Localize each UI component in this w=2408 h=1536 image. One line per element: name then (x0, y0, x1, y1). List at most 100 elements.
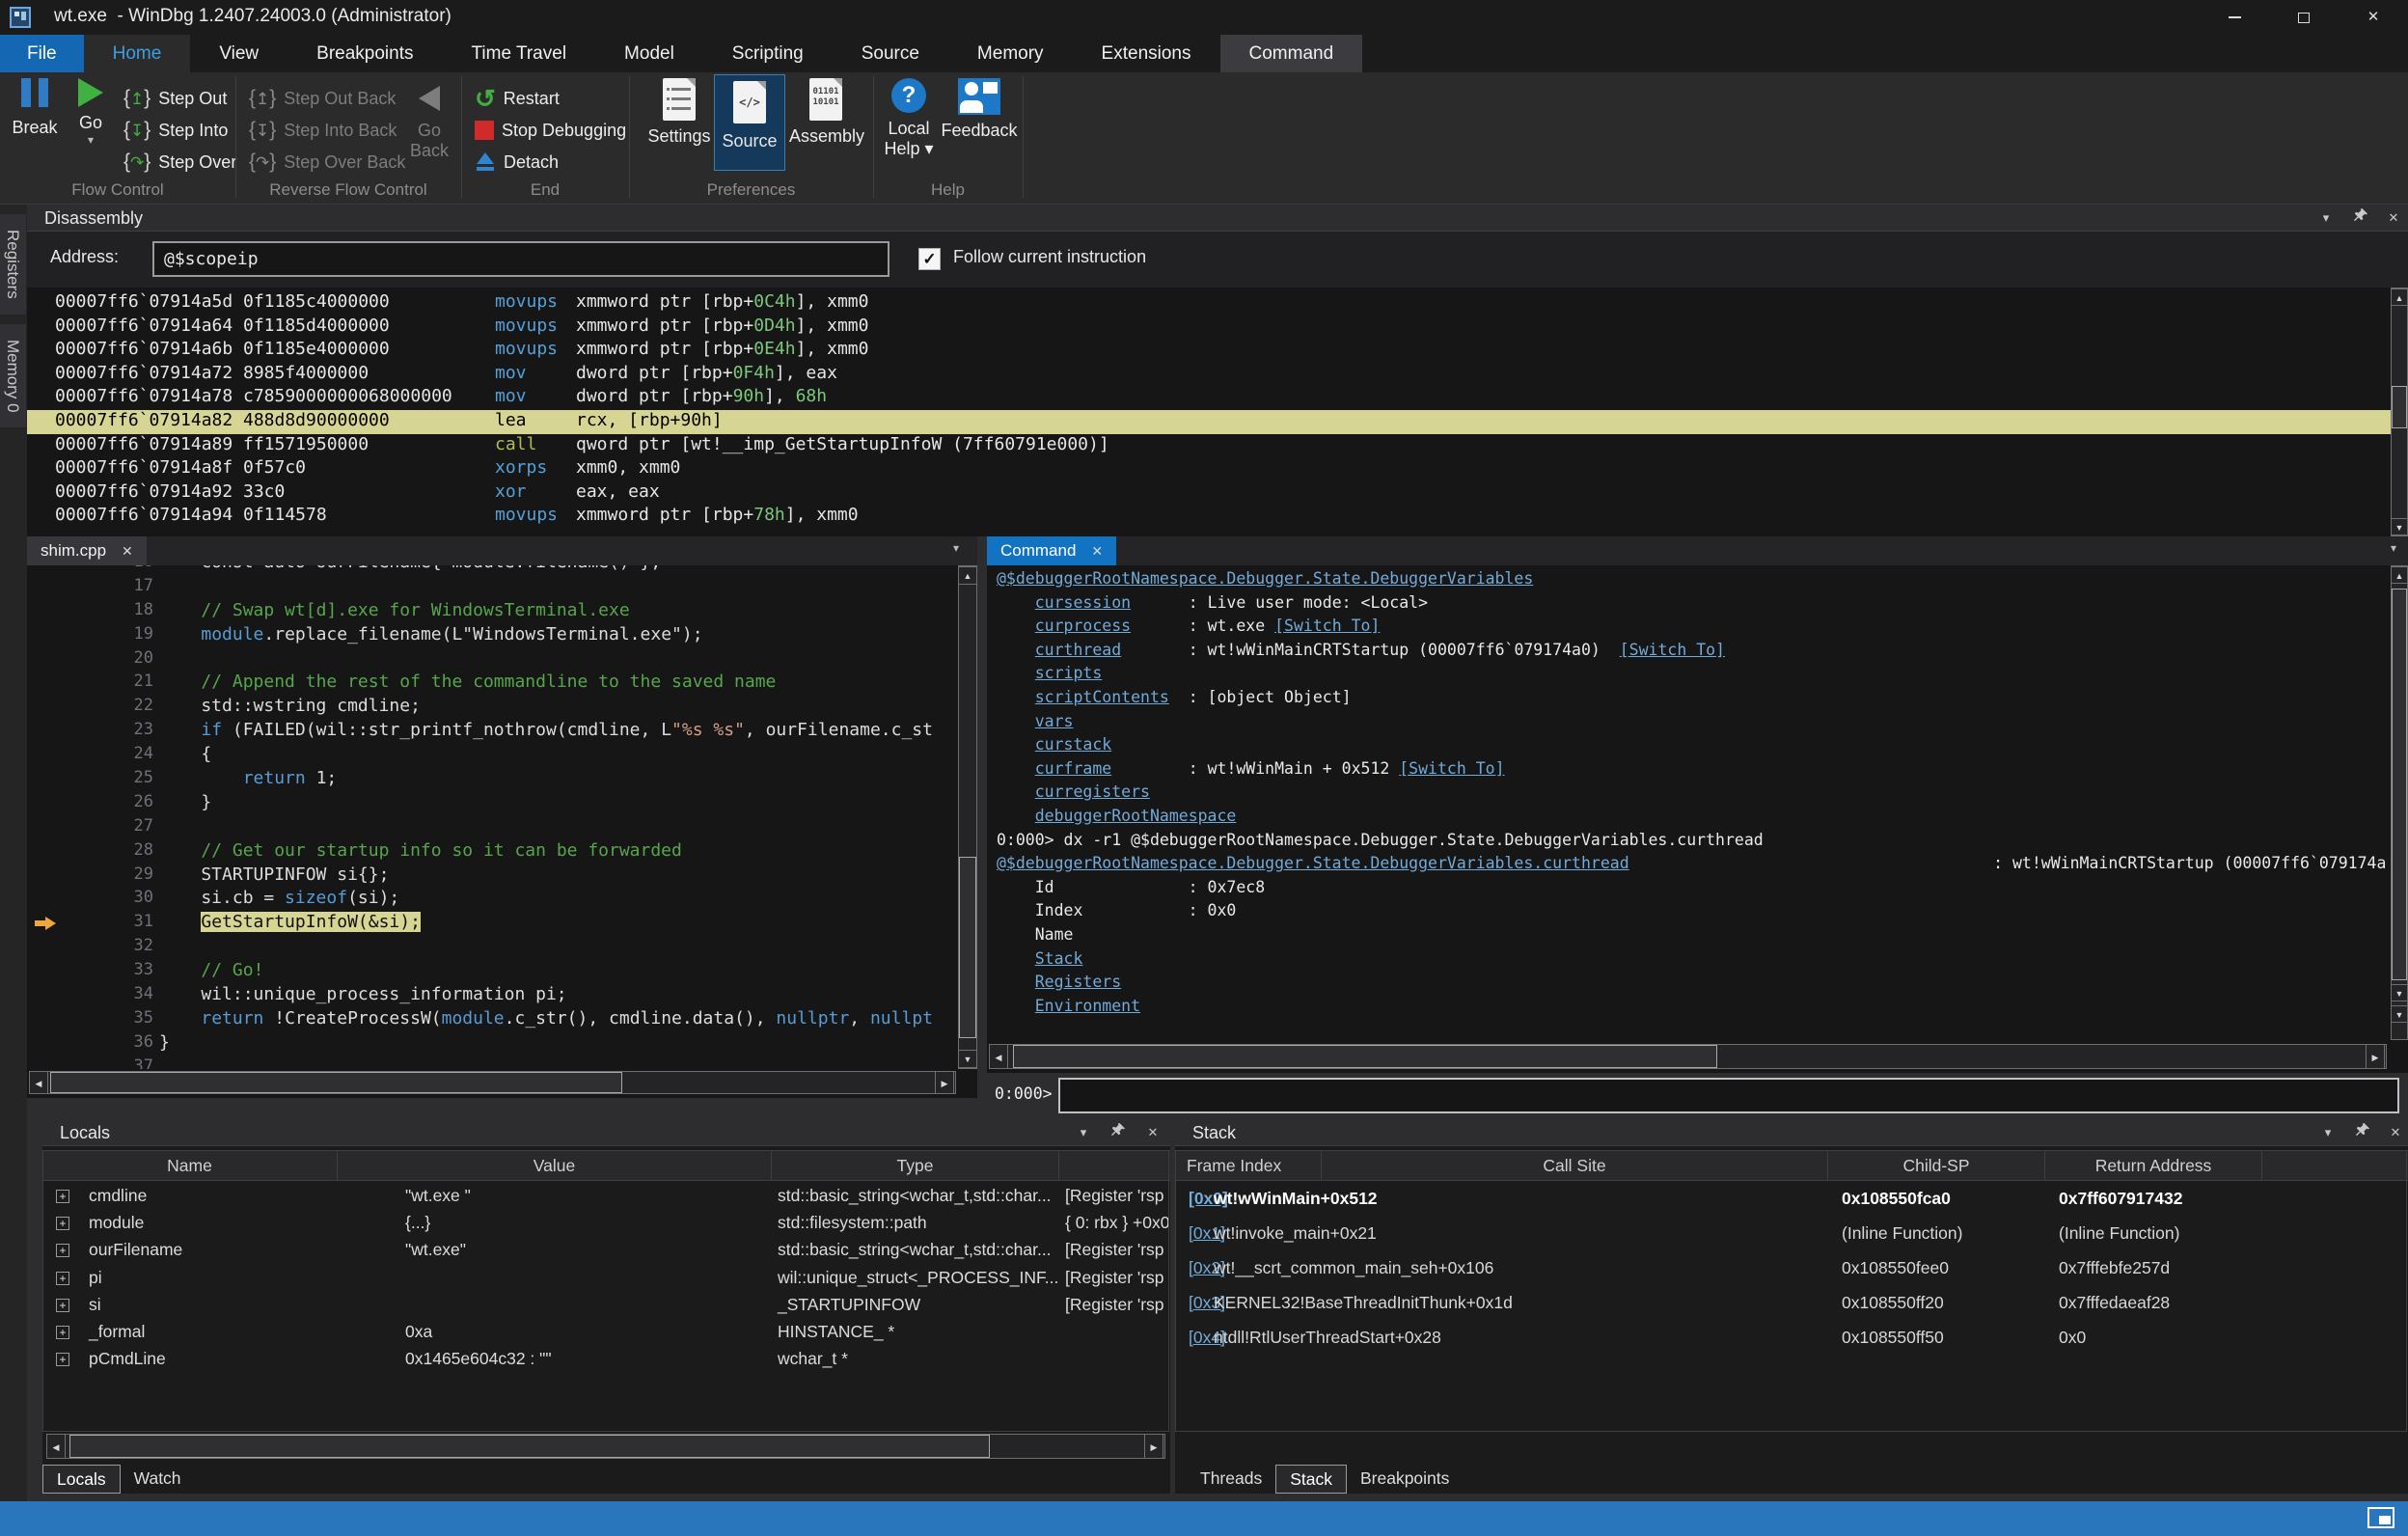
command-line[interactable]: Registers (987, 973, 2391, 997)
panel-close-icon[interactable]: ✕ (1140, 1122, 1165, 1143)
scroll-thumb[interactable] (1013, 1045, 1717, 1068)
expand-toggle-icon[interactable]: + (56, 1299, 69, 1312)
command-line[interactable]: Environment (987, 997, 2391, 1021)
link[interactable]: Stack (1035, 949, 1083, 968)
stop-debugging-button[interactable]: Stop Debugging (475, 116, 626, 145)
link[interactable]: Environment (1035, 997, 1140, 1015)
disasm-row[interactable]: 00007ff6`07914a8f0f57c0xorpsxmm0, xmm0 (27, 457, 2391, 481)
tab-stack[interactable]: Stack (1275, 1465, 1347, 1494)
menu-tab-scripting[interactable]: Scripting (703, 35, 833, 72)
stack-frame-row[interactable]: [0x4]ntdll!RtlUserThreadStart+0x280x1085… (1175, 1322, 2408, 1357)
side-tab-registers[interactable]: Registers (0, 214, 26, 315)
menu-tab-breakpoints[interactable]: Breakpoints (287, 35, 442, 72)
link[interactable]: curthread (1035, 641, 1121, 659)
link[interactable]: [Switch To] (1620, 641, 1725, 659)
disasm-row[interactable]: 00007ff6`07914a6b0f1185e4000000movupsxmm… (27, 339, 2391, 363)
column-header-frame-index[interactable]: Frame Index (1175, 1151, 1322, 1180)
panel-menu-icon[interactable]: ▾ (1071, 1122, 1096, 1143)
command-line[interactable]: cursession : Live user mode: <Local> (987, 593, 2391, 617)
source-line[interactable]: 23 if (FAILED(wil::str_printf_nothrow(cm… (27, 720, 958, 744)
menu-tab-time-travel[interactable]: Time Travel (443, 35, 596, 72)
link[interactable]: [Switch To] (1274, 617, 1380, 635)
panel-close-icon[interactable]: ✕ (2381, 207, 2406, 229)
close-button[interactable]: ✕ (2339, 0, 2408, 35)
scroll-thumb[interactable] (50, 1072, 622, 1093)
command-input[interactable] (1058, 1078, 2399, 1113)
tab-locals[interactable]: Locals (42, 1465, 121, 1494)
tab-shim-cpp[interactable]: shim.cpp ✕ (27, 536, 147, 565)
expand-toggle-icon[interactable]: + (56, 1217, 69, 1230)
command-line[interactable]: vars (987, 712, 2391, 736)
scroll-up-icon[interactable]: ▲ (958, 566, 977, 585)
menu-tab-source[interactable]: Source (833, 35, 948, 72)
scroll-left-icon[interactable]: ◀ (989, 1044, 1008, 1069)
source-line[interactable]: 21 // Append the rest of the commandline… (27, 672, 958, 696)
scroll-down-icon[interactable]: ▼ (2391, 984, 2408, 1001)
scroll-thumb[interactable] (2392, 386, 2407, 428)
source-line[interactable]: 17 (27, 576, 958, 600)
command-line[interactable]: curframe : wt!wWinMain + 0x512 [Switch T… (987, 759, 2391, 783)
panel-menu-icon[interactable]: ▾ (2313, 207, 2339, 229)
stack-frame-row[interactable]: [0x2]wt!__scrt_common_main_seh+0x1060x10… (1175, 1252, 2408, 1287)
column-header-return-address[interactable]: Return Address (2045, 1151, 2262, 1180)
link[interactable]: cursession (1035, 593, 1131, 612)
scroll-left-icon[interactable]: ◀ (46, 1434, 66, 1459)
tab-close-icon[interactable]: ✕ (122, 536, 133, 565)
local-help-button[interactable]: ? Local Help ▾ (882, 78, 936, 159)
link[interactable]: [Switch To] (1399, 759, 1504, 778)
step-over-button[interactable]: {↷} Step Over (123, 148, 236, 177)
menu-tab-memory[interactable]: Memory (948, 35, 1073, 72)
scroll-thumb[interactable] (2392, 589, 2407, 980)
link[interactable]: Registers (1035, 973, 1121, 991)
scroll-up-icon[interactable]: ▲ (2391, 288, 2408, 306)
break-button[interactable]: Break (8, 78, 62, 138)
disasm-row[interactable]: 00007ff6`07914a78c7859000000068000000mov… (27, 386, 2391, 410)
scroll-thumb[interactable] (959, 857, 976, 1038)
link[interactable]: vars (1035, 712, 1074, 730)
command-line[interactable]: Index : 0x0 (987, 901, 2391, 925)
source-line[interactable]: 18 // Swap wt[d].exe for WindowsTerminal… (27, 600, 958, 624)
step-into-button[interactable]: {↧} Step Into (123, 116, 228, 145)
pin-icon[interactable] (2350, 1122, 2375, 1143)
link[interactable]: curstack (1035, 735, 1111, 754)
disasm-row[interactable]: 00007ff6`07914a89ff1571950000callqword p… (27, 434, 2391, 458)
panel-menu-icon[interactable]: ▾ (2315, 1122, 2340, 1143)
column-header-name[interactable]: Name (42, 1151, 338, 1180)
source-button[interactable]: </> Source (714, 74, 785, 171)
command-line[interactable]: Name (987, 925, 2391, 949)
source-line[interactable]: 25 return 1; (27, 768, 958, 792)
command-line[interactable]: @$debuggerRootNamespace.Debugger.State.D… (987, 854, 2391, 878)
scroll-down-icon[interactable]: ▼ (2391, 1005, 2408, 1023)
tab-list-dropdown-icon[interactable]: ▾ (945, 541, 967, 561)
source-line[interactable]: 36} (27, 1032, 958, 1056)
disasm-row[interactable]: 00007ff6`07914a9233c0xoreax, eax (27, 481, 2391, 506)
source-line[interactable]: 16 const auto ourFilename{ module.filena… (27, 565, 958, 576)
link[interactable]: @$debuggerRootNamespace.Debugger.State.D… (997, 854, 1629, 872)
stack-frame-row[interactable]: [0x1]wt!invoke_main+0x21(Inline Function… (1175, 1218, 2408, 1252)
tab-command[interactable]: Command ✕ (987, 536, 1116, 565)
menu-tab-home[interactable]: Home (84, 35, 191, 72)
panel-close-icon[interactable]: ✕ (2383, 1122, 2408, 1143)
column-header-call-site[interactable]: Call Site (1322, 1151, 1828, 1180)
tab-list-dropdown-icon[interactable]: ▾ (2383, 541, 2404, 561)
maximize-button[interactable] (2269, 0, 2339, 35)
locals-row[interactable]: +module{...}std::filesystem::path{ 0: rb… (42, 1210, 1170, 1237)
detach-button[interactable]: Detach (475, 148, 559, 177)
scroll-down-icon[interactable]: ▼ (958, 1050, 977, 1068)
source-line[interactable]: 19 module.replace_filename(L"WindowsTerm… (27, 624, 958, 648)
source-line[interactable]: 35 return !CreateProcessW(module.c_str()… (27, 1008, 958, 1032)
disasm-row[interactable]: 00007ff6`07914a640f1185d4000000movupsxmm… (27, 315, 2391, 340)
locals-row[interactable]: +pCmdLine0x1465e604c32 : ""wchar_t * (42, 1346, 1170, 1373)
scroll-right-icon[interactable]: ▶ (935, 1071, 954, 1094)
minimize-button[interactable] (2200, 0, 2269, 35)
expand-toggle-icon[interactable]: + (56, 1190, 69, 1203)
command-line[interactable]: @$debuggerRootNamespace.Debugger.State.D… (987, 569, 2391, 593)
source-line[interactable]: 37 (27, 1056, 958, 1069)
locals-row[interactable]: +cmdline"wt.exe "std::basic_string<wchar… (42, 1183, 1170, 1210)
stack-frame-row[interactable]: [0x0]wt!wWinMain+0x5120x108550fca00x7ff6… (1175, 1183, 2408, 1218)
tab-close-icon[interactable]: ✕ (1091, 536, 1103, 565)
follow-current-instruction-checkbox[interactable]: ✓ (918, 248, 941, 270)
disasm-row[interactable]: 00007ff6`07914a940f114578movupsxmmword p… (27, 505, 2391, 529)
step-over-back-button[interactable]: {↷} Step Over Back (249, 148, 405, 177)
command-line[interactable]: curstack (987, 735, 2391, 759)
